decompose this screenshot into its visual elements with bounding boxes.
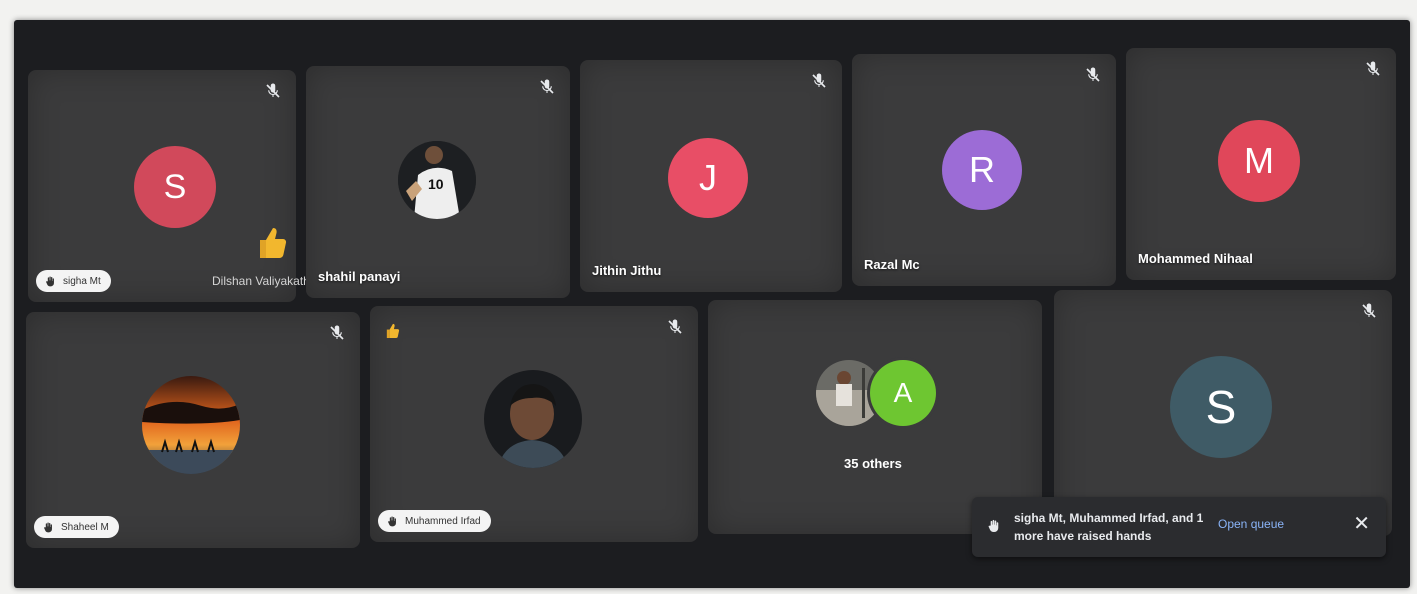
participant-name: Muhammed Irfad — [405, 515, 481, 527]
raised-hands-notification: sigha Mt, Muhammed Irfad, and 1 more hav… — [972, 497, 1386, 557]
raised-hand-icon — [42, 521, 55, 534]
participant-name: shahil panayi — [318, 269, 401, 284]
svg-text:10: 10 — [428, 176, 444, 192]
raised-hand-chip: sigha Mt — [36, 270, 111, 292]
participant-name: Razal Mc — [864, 257, 920, 272]
avatar: R — [942, 130, 1022, 210]
mic-off-icon — [1084, 66, 1102, 84]
open-queue-button[interactable]: Open queue — [1218, 517, 1284, 531]
others-count-label: 35 others — [844, 456, 902, 471]
mic-off-icon — [666, 318, 684, 336]
participant-name: sigha Mt — [63, 275, 101, 287]
raised-hand-icon — [988, 519, 999, 532]
participant-name: Shaheel M — [61, 521, 109, 533]
raised-hand-chip: Muhammed Irfad — [378, 510, 491, 532]
meeting-grid: S sigha Mt Dilshan Valiyakath 10 shahil … — [14, 20, 1410, 588]
avatar — [484, 370, 582, 468]
raised-hand-icon — [44, 275, 57, 288]
raised-hand-chip: Shaheel M — [34, 516, 119, 538]
mic-off-icon — [1360, 302, 1378, 320]
participant-tile-mohammed-nihaal[interactable]: M Mohammed Nihaal — [1126, 48, 1396, 280]
participant-name: Mohammed Nihaal — [1138, 251, 1253, 266]
participant-name-floating: Dilshan Valiyakath — [212, 274, 310, 288]
participant-tile-jithin[interactable]: J Jithin Jithu — [580, 60, 842, 292]
mic-off-icon — [264, 82, 282, 100]
avatar — [142, 376, 240, 474]
participant-tile-razal[interactable]: R Razal Mc — [852, 54, 1116, 286]
avatar: 10 — [398, 141, 476, 219]
avatar: S — [1170, 356, 1272, 458]
participant-tile-sigha[interactable]: S sigha Mt — [28, 70, 296, 302]
avatar: J — [668, 138, 748, 218]
mic-off-icon — [810, 72, 828, 90]
thumbs-up-reaction-icon — [254, 224, 288, 260]
mic-off-icon — [1364, 60, 1382, 78]
participant-name: Jithin Jithu — [592, 263, 662, 278]
participant-tile-muhammed-irfad[interactable]: Muhammed Irfad — [370, 306, 698, 542]
mic-off-icon — [328, 324, 346, 342]
thumbs-up-reaction-icon — [384, 322, 400, 342]
raised-hand-icon — [386, 515, 399, 528]
participant-tile-shahil[interactable]: 10 shahil panayi — [306, 66, 570, 298]
avatar: S — [134, 146, 216, 228]
participant-tile-shaheel[interactable]: Shaheel M — [26, 312, 360, 548]
mic-off-icon — [538, 78, 556, 96]
close-icon[interactable]: ✕ — [1353, 514, 1370, 534]
avatar: A — [870, 360, 936, 426]
avatar: M — [1218, 120, 1300, 202]
notification-message: sigha Mt, Muhammed Irfad, and 1 more hav… — [1014, 511, 1204, 543]
